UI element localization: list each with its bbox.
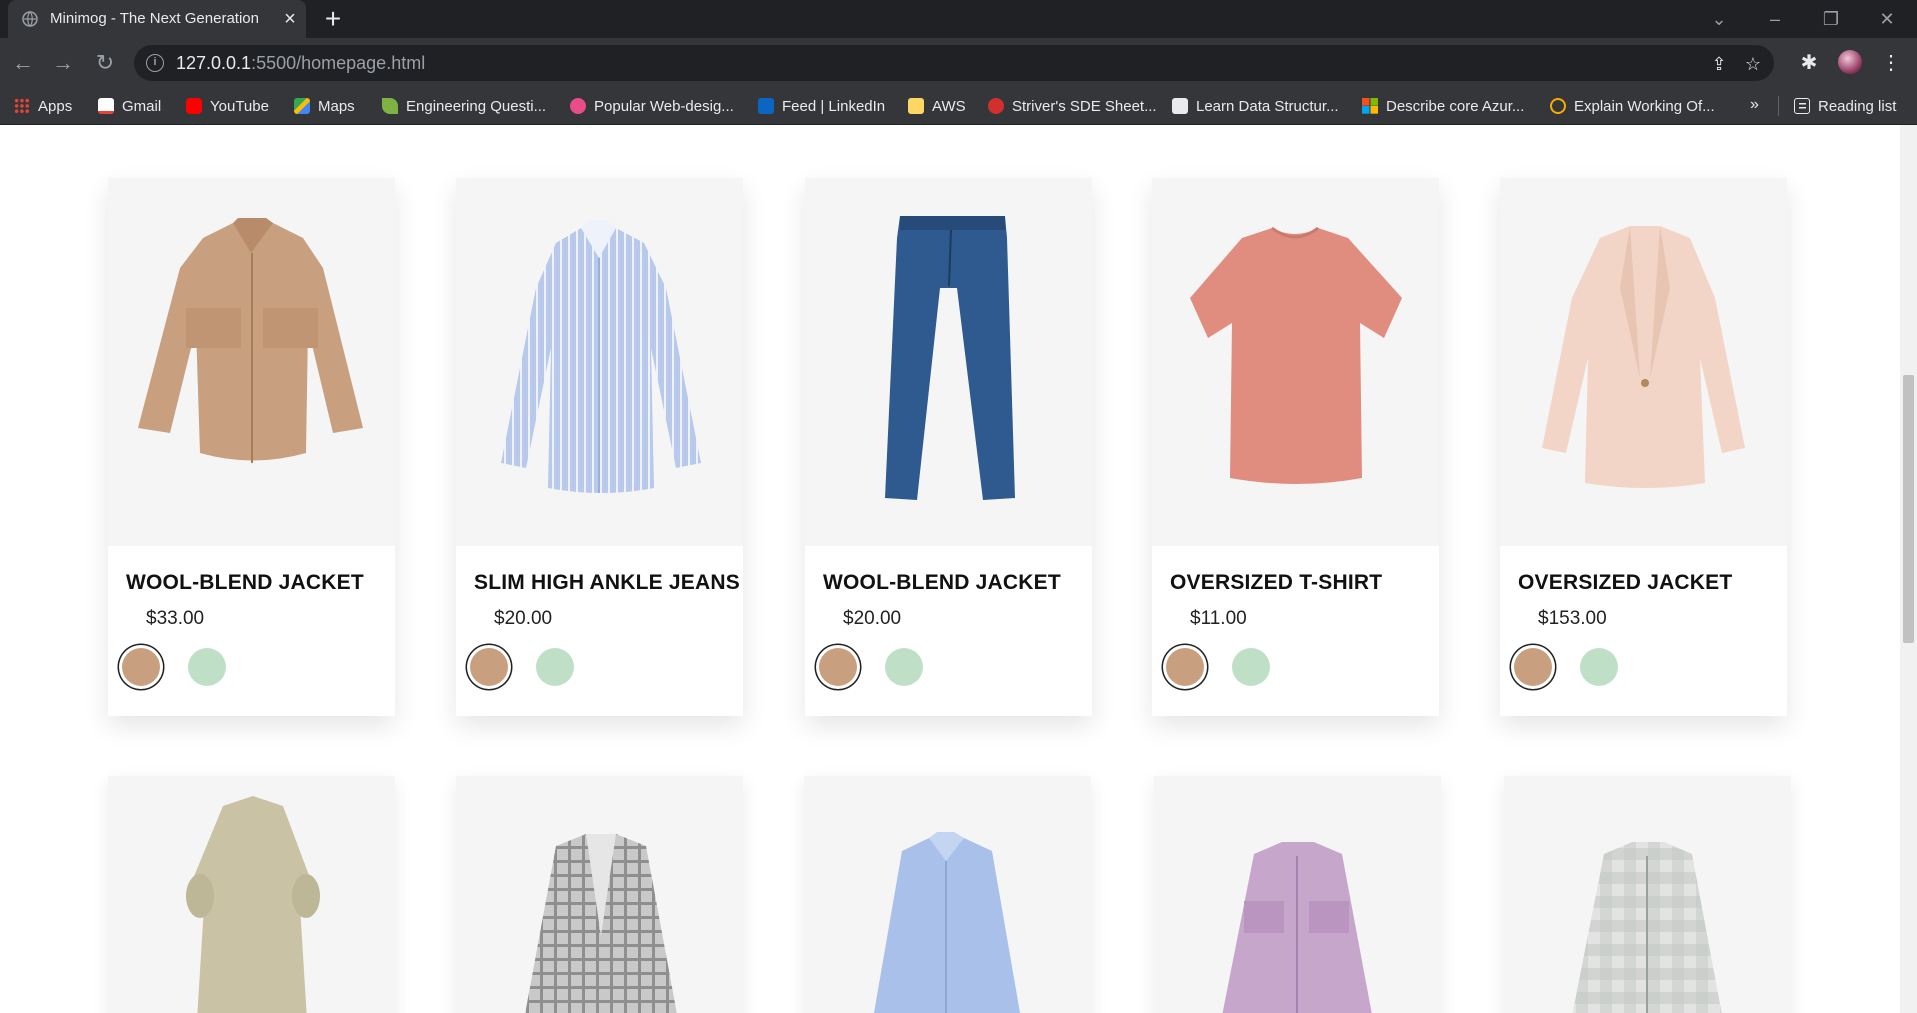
product-card[interactable] [804, 776, 1091, 1013]
bookmark-gmail[interactable]: Gmail [98, 94, 161, 118]
browser-tab[interactable]: Minimog - The Next Generation × [8, 0, 306, 38]
bookmark-youtube[interactable]: YouTube [186, 94, 269, 118]
product-image[interactable] [456, 178, 743, 546]
product-price: $11.00 [1190, 608, 1247, 629]
browser-tab-strip: Minimog - The Next Generation × + ⌄ – ❐ … [0, 0, 1917, 38]
page-scrollbar[interactable] [1900, 125, 1917, 1013]
product-name[interactable]: OVERSIZED JACKET [1518, 571, 1732, 595]
product-card[interactable]: OVERSIZED JACKET $153.00 [1500, 178, 1787, 716]
profile-avatar[interactable] [1838, 50, 1862, 74]
cc-icon [1172, 98, 1188, 114]
product-card[interactable] [1154, 776, 1441, 1013]
folder-icon [908, 98, 924, 114]
bookmark-dribbble[interactable]: Popular Web-desig... [570, 94, 734, 118]
product-card[interactable]: OVERSIZED T-SHIRT $11.00 [1152, 178, 1439, 716]
bookmark-data-structures[interactable]: Learn Data Structur... [1172, 94, 1339, 118]
microsoft-icon [1362, 98, 1378, 114]
product-name[interactable]: WOOL-BLEND JACKET [823, 571, 1061, 595]
youtube-icon [186, 98, 202, 114]
more-bookmarks-icon[interactable]: » [1750, 96, 1759, 114]
color-swatch-beige[interactable] [470, 648, 508, 686]
product-price: $20.00 [843, 608, 902, 629]
leaf-icon [382, 98, 398, 114]
reload-icon[interactable]: ↻ [92, 50, 118, 76]
bookmark-linkedin[interactable]: Feed | LinkedIn [758, 94, 885, 118]
color-swatch-beige[interactable] [1166, 648, 1204, 686]
page-viewport: WOOL-BLEND JACKET $33.00 SLIM HIGH ANKLE… [0, 125, 1900, 1013]
bookmarks-bar: Apps Gmail YouTube Maps Engineering Ques… [0, 88, 1917, 125]
address-bar[interactable]: i 127.0.0.1:5500/homepage.html ⇪ ☆ [134, 45, 1774, 81]
product-card[interactable]: WOOL-BLEND JACKET $33.00 [108, 178, 395, 716]
reading-list[interactable]: Reading list [1794, 94, 1896, 118]
color-swatch-beige[interactable] [819, 648, 857, 686]
product-image[interactable] [456, 776, 743, 1013]
product-image[interactable] [1504, 776, 1791, 1013]
color-swatch-mint[interactable] [1580, 648, 1618, 686]
color-swatch-mint[interactable] [885, 648, 923, 686]
product-card[interactable] [1504, 776, 1791, 1013]
gmail-icon [98, 98, 114, 114]
product-card[interactable]: SLIM HIGH ANKLE JEANS $20.00 [456, 178, 743, 716]
product-image[interactable] [108, 776, 395, 1013]
product-image[interactable] [108, 178, 395, 546]
color-swatch-mint[interactable] [1232, 648, 1270, 686]
product-name[interactable]: WOOL-BLEND JACKET [126, 571, 364, 595]
back-icon[interactable]: ← [10, 50, 36, 76]
product-name[interactable]: OVERSIZED T-SHIRT [1170, 571, 1382, 595]
menu-icon[interactable]: ⋮ [1878, 50, 1904, 76]
color-swatch-mint[interactable] [536, 648, 574, 686]
product-card[interactable] [108, 776, 395, 1013]
product-card[interactable] [456, 776, 743, 1013]
tab-search-icon[interactable]: ⌄ [1706, 6, 1732, 32]
product-image[interactable] [1500, 178, 1787, 546]
refresh-bookmark-icon [1550, 98, 1566, 114]
tuf-icon [988, 98, 1004, 114]
restore-icon[interactable]: ❐ [1818, 6, 1844, 32]
product-image[interactable] [804, 776, 1091, 1013]
product-price: $33.00 [146, 608, 205, 629]
tab-title: Minimog - The Next Generation [50, 10, 259, 27]
bookmarks-divider [1778, 96, 1779, 116]
product-price: $153.00 [1538, 608, 1607, 629]
product-image[interactable] [1154, 776, 1441, 1013]
bookmark-engineering[interactable]: Engineering Questi... [382, 94, 546, 118]
minimize-icon[interactable]: – [1762, 6, 1788, 32]
close-tab-icon[interactable]: × [280, 9, 300, 29]
forward-icon[interactable]: → [50, 50, 76, 76]
product-image[interactable] [1152, 178, 1439, 546]
bookmark-striver[interactable]: Striver's SDE Sheet... [988, 94, 1157, 118]
bookmark-azure[interactable]: Describe core Azur... [1362, 94, 1524, 118]
share-icon[interactable]: ⇪ [1708, 53, 1730, 75]
bookmark-explain[interactable]: Explain Working Of... [1550, 94, 1715, 118]
product-name[interactable]: SLIM HIGH ANKLE JEANS [474, 571, 740, 595]
color-swatch-beige[interactable] [122, 648, 160, 686]
bookmark-maps[interactable]: Maps [294, 94, 355, 118]
close-window-icon[interactable]: ✕ [1874, 6, 1900, 32]
linkedin-icon [758, 98, 774, 114]
bookmark-aws[interactable]: AWS [908, 94, 966, 118]
color-swatch-beige[interactable] [1514, 648, 1552, 686]
browser-toolbar: ← → ↻ i 127.0.0.1:5500/homepage.html ⇪ ☆… [0, 38, 1917, 88]
bookmark-apps[interactable]: Apps [14, 94, 72, 118]
extensions-icon[interactable]: ✱ [1796, 50, 1822, 76]
url-text: 127.0.0.1:5500/homepage.html [176, 53, 426, 73]
product-image[interactable] [805, 178, 1092, 546]
color-swatch-mint[interactable] [188, 648, 226, 686]
reading-list-icon [1794, 98, 1810, 114]
site-info-icon[interactable]: i [146, 54, 164, 72]
bookmark-star-icon[interactable]: ☆ [1742, 53, 1764, 75]
maps-icon [294, 98, 310, 114]
scrollbar-thumb[interactable] [1903, 375, 1914, 643]
product-card[interactable]: WOOL-BLEND JACKET $20.00 [805, 178, 1092, 716]
new-tab-icon[interactable]: + [320, 5, 346, 33]
globe-icon [22, 11, 38, 27]
dribbble-icon [570, 98, 586, 114]
product-price: $20.00 [494, 608, 553, 629]
apps-grid-icon [14, 98, 30, 114]
